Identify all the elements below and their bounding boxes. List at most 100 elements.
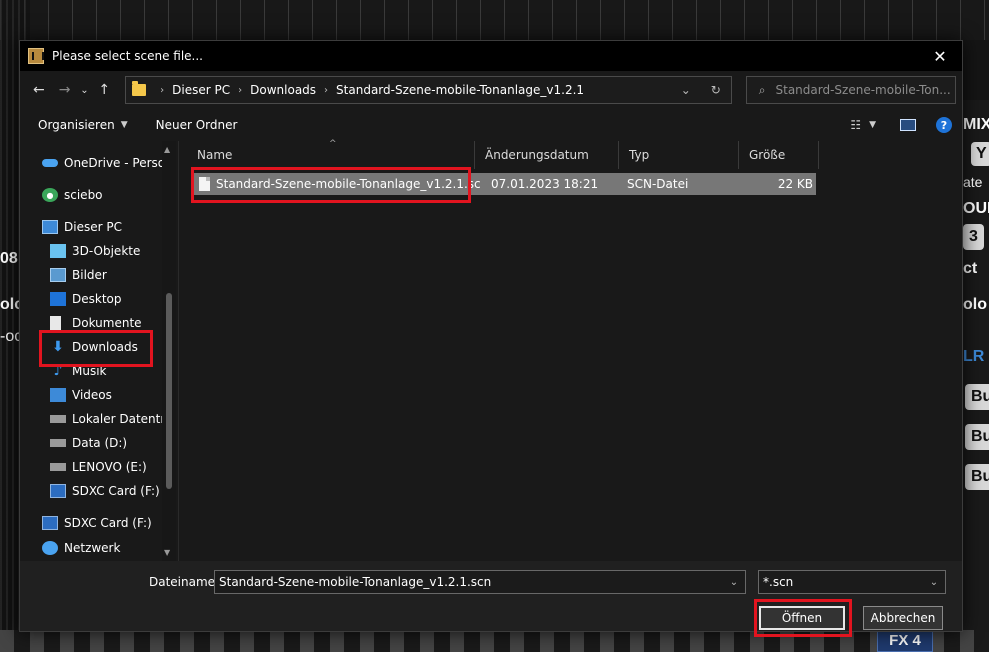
dieser-pc-children: 3D-Objekte Bilder Desktop Dokumente ⬇ Do… [42, 239, 173, 503]
sidebar-item-label: SDXC Card (F:) [72, 484, 160, 498]
sidebar-item-label: SDXC Card (F:) [64, 516, 152, 530]
video-icon [50, 388, 66, 402]
bg-button-bus-3: Bu [965, 464, 989, 490]
organize-menu-button[interactable]: Organisieren ▼ [38, 118, 128, 132]
file-date: 07.01.2023 18:21 [491, 177, 599, 191]
sidebar-item-lenovo-e[interactable]: LENOVO (E:) [50, 455, 173, 479]
cancel-button[interactable]: Abbrechen [863, 606, 943, 630]
close-button[interactable]: ✕ [918, 41, 962, 71]
file-type-select[interactable]: *.scn ⌄ [758, 570, 946, 594]
drive-icon [50, 439, 66, 447]
command-toolbar: Organisieren ▼ Neuer Ordner ☷ ▼ ? [20, 109, 962, 141]
chevron-right-icon: › [160, 84, 165, 96]
file-type-value: *.scn [763, 575, 794, 589]
column-header-type[interactable]: Typ [619, 141, 739, 169]
file-open-dialog: Please select scene file... ✕ ← → ⌄ ↑ › … [19, 40, 963, 637]
dialog-title: Please select scene file... [52, 49, 203, 63]
pictures-icon [50, 268, 66, 282]
filename-input[interactable]: Standard-Szene-mobile-Tonanlage_v1.2.1.s… [214, 570, 746, 594]
network-icon [42, 541, 58, 555]
sidebar-item-data-d[interactable]: Data (D:) [50, 431, 173, 455]
bg-label-mix: MIX [963, 116, 989, 133]
forward-arrow-icon[interactable]: → [52, 77, 78, 103]
new-folder-button[interactable]: Neuer Ordner [156, 118, 238, 132]
help-icon[interactable]: ? [936, 117, 952, 133]
scroll-up-icon[interactable]: ▲ [164, 145, 170, 154]
background-top-faders [0, 0, 989, 40]
sidebar-item-netzwerk[interactable]: Netzwerk [42, 541, 173, 555]
sciebo-icon: ● [42, 188, 58, 202]
bg-label-ouf: OUF [963, 200, 989, 217]
dialog-body: OneDrive - Person ● sciebo Dieser PC 3D-… [20, 139, 962, 561]
bg-label-olo: olo [963, 296, 987, 313]
bg-button-y: Y [971, 142, 989, 166]
column-header-size[interactable]: Größe [739, 141, 819, 169]
sidebar-item-sciebo[interactable]: ● sciebo [42, 183, 173, 207]
caret-down-icon: ▼ [120, 120, 128, 130]
breadcrumb-dieser-pc[interactable]: Dieser PC [172, 83, 230, 97]
sidebar-item-label: Dieser PC [64, 220, 122, 234]
file-highlight-box [191, 167, 471, 203]
organize-label: Organisieren [38, 118, 115, 132]
column-header-name[interactable]: Name [179, 141, 475, 169]
sidebar-item-desktop[interactable]: Desktop [50, 287, 173, 311]
sort-caret-icon: ^ [329, 139, 337, 149]
sidebar-item-lokaler-datentraeger[interactable]: Lokaler Datenträ [50, 407, 173, 431]
navigation-pane: OneDrive - Person ● sciebo Dieser PC 3D-… [20, 141, 178, 561]
chevron-down-icon[interactable]: ⌄ [723, 577, 745, 588]
search-input[interactable]: ⌕ Standard-Szene-mobile-Ton... [745, 76, 956, 104]
breadcrumb-current-folder[interactable]: Standard-Szene-mobile-Tonanlage_v1.2.1 [336, 83, 584, 97]
sidebar-item-onedrive[interactable]: OneDrive - Person [42, 151, 173, 175]
view-options-icon[interactable]: ☷ [850, 118, 861, 132]
drive-icon [50, 463, 66, 471]
sidebar-item-label: Data (D:) [72, 436, 128, 450]
bg-label-ate: ate [963, 174, 983, 190]
chevron-down-icon[interactable]: ⌄ [923, 577, 945, 588]
sidebar-item-label: Lokaler Datenträ [72, 412, 173, 426]
sidebar-item-dieser-pc[interactable]: Dieser PC [42, 215, 173, 239]
sidebar-item-label: Dokumente [72, 316, 142, 330]
sidebar-scrollbar[interactable]: ▲ ▼ [162, 141, 176, 561]
address-dropdown-chevron-icon[interactable]: ⌄ [671, 77, 701, 103]
preview-pane-icon[interactable] [900, 119, 916, 131]
up-arrow-icon[interactable]: ↑ [91, 77, 117, 103]
column-headers: ^ Name Änderungsdatum Typ Größe [179, 139, 962, 169]
scroll-down-icon[interactable]: ▼ [164, 548, 170, 557]
address-bar[interactable]: › Dieser PC › Downloads › Standard-Szene… [125, 76, 732, 104]
chevron-right-icon: › [324, 84, 329, 96]
sidebar-item-bilder[interactable]: Bilder [50, 263, 173, 287]
drive-icon [50, 415, 66, 423]
chevron-right-icon: › [238, 84, 243, 96]
sidebar-item-label: OneDrive - Person [64, 156, 173, 170]
sd-card-icon [42, 516, 58, 530]
sidebar-item-label: sciebo [64, 188, 103, 202]
file-size: 22 KB [777, 177, 813, 191]
bg-label-ct: ct [963, 260, 978, 277]
bg-button-bus-2: Bu [965, 424, 989, 450]
back-arrow-icon[interactable]: ← [26, 77, 52, 103]
sidebar-item-label: LENOVO (E:) [72, 460, 147, 474]
dialog-titlebar: Please select scene file... ✕ [20, 41, 962, 71]
sidebar-item-sdxc-card-f[interactable]: SDXC Card (F:) [50, 479, 173, 503]
downloads-highlight-box [39, 330, 153, 367]
sidebar-item-sdxc-card-f-root[interactable]: SDXC Card (F:) [42, 511, 173, 535]
view-caret-down-icon[interactable]: ▼ [869, 120, 876, 130]
cloud-icon [42, 159, 58, 167]
search-placeholder: Standard-Szene-mobile-Ton... [775, 83, 951, 97]
sidebar-item-label: Desktop [72, 292, 122, 306]
navigation-bar: ← → ⌄ ↑ › Dieser PC › Downloads › Standa… [20, 71, 962, 109]
desktop-icon [50, 292, 66, 306]
app-icon [28, 48, 44, 64]
scrollbar-thumb[interactable] [166, 293, 172, 489]
breadcrumb-downloads[interactable]: Downloads [250, 83, 316, 97]
search-icon: ⌕ [758, 82, 766, 97]
sidebar-item-videos[interactable]: Videos [50, 383, 173, 407]
column-header-date[interactable]: Änderungsdatum [475, 141, 619, 169]
sidebar-item-label: Bilder [72, 268, 107, 282]
bg-button-bus-1: Bu [965, 384, 989, 410]
sidebar-item-3d-objekte[interactable]: 3D-Objekte [50, 239, 173, 263]
recent-locations-chevron-icon[interactable]: ⌄ [78, 77, 92, 103]
open-highlight-box [754, 599, 852, 637]
refresh-icon[interactable]: ↻ [701, 77, 731, 103]
file-list: ^ Name Änderungsdatum Typ Größe Standard… [178, 139, 962, 561]
